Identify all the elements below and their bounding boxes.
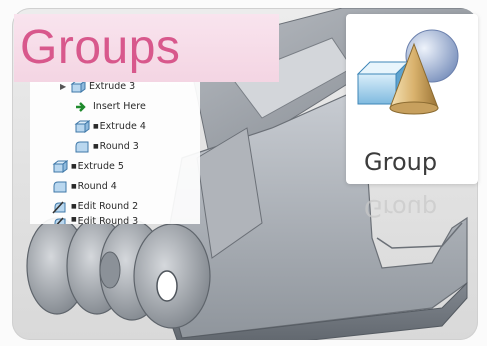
round-icon [74,140,90,154]
extrude-icon [74,119,91,134]
tree-item-round-4[interactable]: ■ Round 4 [52,178,117,195]
status-marker: ■ [71,163,77,170]
tree-item-extrude-5[interactable]: ■ Extrude 5 [52,158,124,175]
group-label-reflection: Group [364,194,438,222]
group-icon [356,29,459,115]
group-button-label: Group [364,148,438,176]
edit-round-icon [52,216,68,224]
tree-item-label: Insert Here [93,101,146,112]
model-tree: ▶ Extrude 3 Insert Here ■ Extrude 4 ■ Ro… [30,78,200,224]
group-button[interactable]: Group Group [346,14,478,222]
tree-item-edit-round-2[interactable]: ■ Edit Round 2 [52,198,138,215]
status-marker: ■ [71,203,77,210]
edit-round-icon [52,200,68,214]
status-marker: ■ [71,183,77,190]
tree-item-label: Round 4 [77,181,117,192]
tree-item-label: Extrude 3 [89,81,136,92]
tree-item-label: Edit Round 2 [77,201,139,212]
insert-arrow-icon [74,100,90,114]
status-marker: ■ [93,123,99,130]
tree-item-round-3[interactable]: ■ Round 3 [74,138,139,155]
tree-item-label: Round 3 [99,141,139,152]
page-title: Groups [20,21,181,74]
tree-item-extrude-4[interactable]: ■ Extrude 4 [74,118,146,135]
tree-item-edit-round-3[interactable]: ■ Edit Round 3 [52,216,138,224]
screenshot-frame: ▶ Extrude 3 Insert Here ■ Extrude 4 ■ Ro… [0,0,487,346]
expand-arrow-icon[interactable]: ▶ [60,82,70,91]
status-marker: ■ [71,216,77,223]
tree-item-insert-here[interactable]: Insert Here [74,98,146,115]
extrude-icon [52,159,69,174]
tree-item-label: Extrude 5 [77,161,124,172]
title-banner: Groups [14,14,279,82]
tree-item-label: Edit Round 3 [77,216,139,224]
round-icon [52,180,68,194]
tree-item-label: Extrude 4 [99,121,146,132]
status-marker: ■ [93,143,99,150]
